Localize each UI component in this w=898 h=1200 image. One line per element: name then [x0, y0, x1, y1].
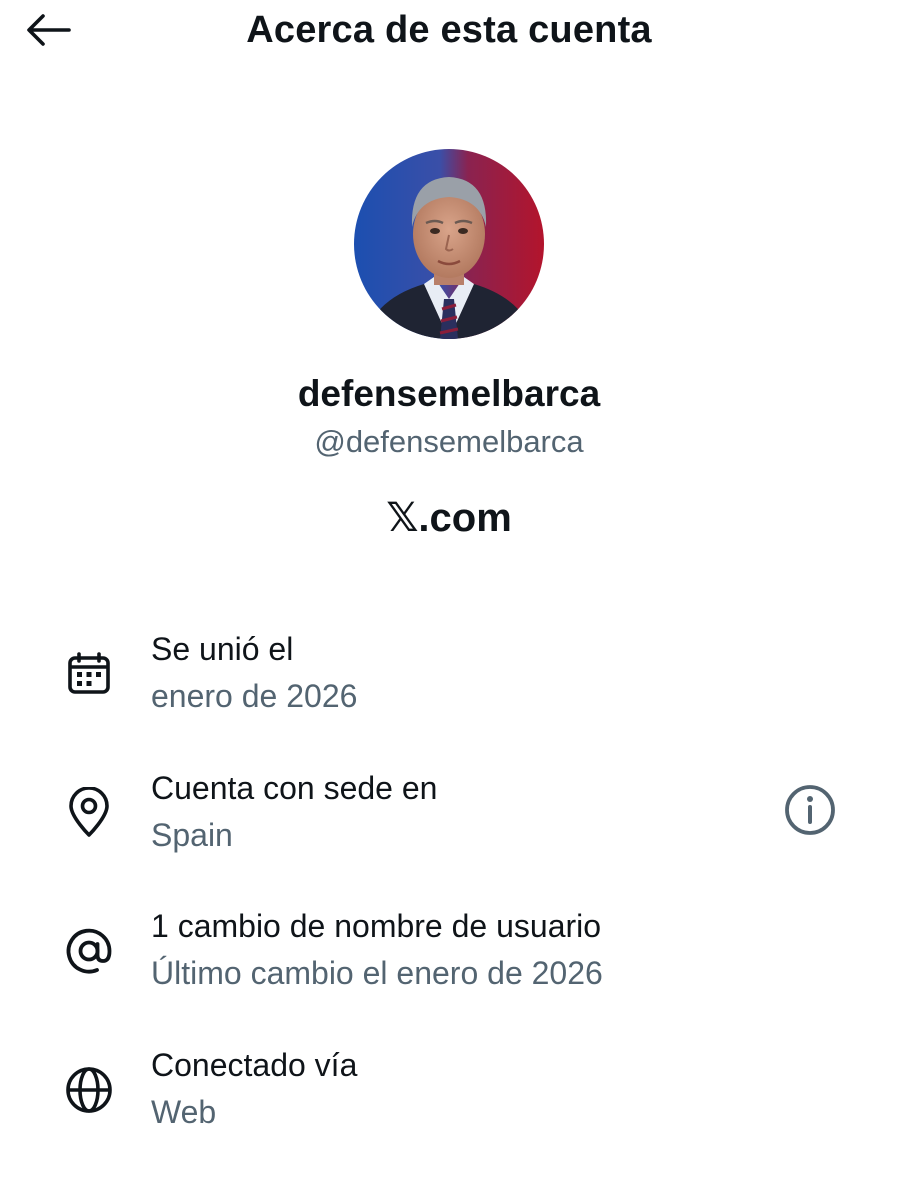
connected-via-row: Conectado vía Web [0, 1041, 898, 1151]
avatar[interactable] [354, 149, 544, 339]
top-bar: Acerca de esta cuenta [0, 0, 898, 64]
username-change-label: 1 cambio de nombre de usuario [151, 908, 602, 944]
platform-label: 𝕏.com [386, 496, 512, 540]
location-row: Cuenta con sede en Spain [0, 764, 898, 874]
username-handle: @defensemelbarca [314, 424, 584, 459]
globe-icon [60, 1061, 118, 1119]
info-icon [785, 785, 835, 835]
page-title: Acerca de esta cuenta [246, 9, 652, 51]
profile-photo [354, 149, 544, 339]
display-name: defensemelbarca [297, 373, 601, 414]
joined-row: Se unió el enero de 2026 [0, 625, 898, 735]
joined-value: enero de 2026 [151, 678, 358, 714]
connected-via-value: Web [151, 1094, 217, 1130]
calendar-icon [60, 645, 118, 703]
location-info-button[interactable] [780, 780, 840, 840]
username-change-row: 1 cambio de nombre de usuario Último cam… [0, 902, 898, 1012]
joined-label: Se unió el [151, 631, 294, 667]
username-change-value: Último cambio el enero de 2026 [151, 955, 603, 991]
at-sign-icon [60, 922, 118, 980]
location-value: Spain [151, 817, 233, 853]
location-pin-icon [60, 784, 118, 842]
location-label: Cuenta con sede en [151, 770, 438, 806]
connected-via-label: Conectado vía [151, 1047, 358, 1083]
